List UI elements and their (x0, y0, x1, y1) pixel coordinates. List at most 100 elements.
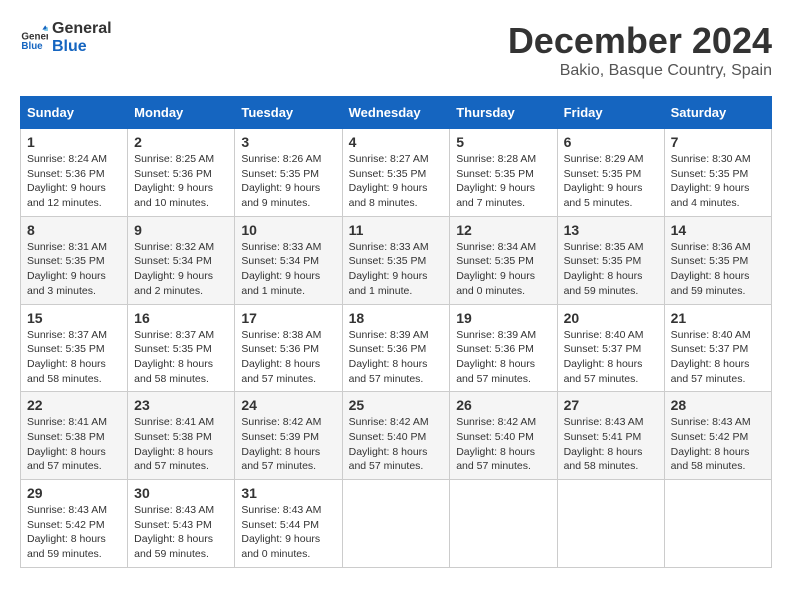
day-number: 24 (241, 397, 335, 413)
month-title: December 2024 (508, 20, 772, 62)
column-header-wednesday: Wednesday (342, 97, 450, 129)
day-number: 25 (349, 397, 444, 413)
column-header-saturday: Saturday (664, 97, 771, 129)
calendar-cell: 7 Sunrise: 8:30 AM Sunset: 5:35 PM Dayli… (664, 129, 771, 217)
calendar-cell (450, 480, 557, 568)
day-info: Sunrise: 8:40 AM Sunset: 5:37 PM Dayligh… (671, 329, 751, 385)
calendar-cell: 5 Sunrise: 8:28 AM Sunset: 5:35 PM Dayli… (450, 129, 557, 217)
day-info: Sunrise: 8:27 AM Sunset: 5:35 PM Dayligh… (349, 153, 429, 209)
day-info: Sunrise: 8:39 AM Sunset: 5:36 PM Dayligh… (349, 329, 429, 385)
day-info: Sunrise: 8:40 AM Sunset: 5:37 PM Dayligh… (564, 329, 644, 385)
calendar-body: 1 Sunrise: 8:24 AM Sunset: 5:36 PM Dayli… (21, 129, 772, 568)
calendar-cell: 12 Sunrise: 8:34 AM Sunset: 5:35 PM Dayl… (450, 216, 557, 304)
svg-text:Blue: Blue (21, 41, 43, 52)
calendar-week-1: 1 Sunrise: 8:24 AM Sunset: 5:36 PM Dayli… (21, 129, 772, 217)
calendar-cell: 10 Sunrise: 8:33 AM Sunset: 5:34 PM Dayl… (235, 216, 342, 304)
day-info: Sunrise: 8:42 AM Sunset: 5:40 PM Dayligh… (456, 416, 536, 472)
day-info: Sunrise: 8:43 AM Sunset: 5:42 PM Dayligh… (671, 416, 751, 472)
day-number: 13 (564, 222, 658, 238)
calendar-cell (557, 480, 664, 568)
calendar-cell: 23 Sunrise: 8:41 AM Sunset: 5:38 PM Dayl… (128, 392, 235, 480)
day-info: Sunrise: 8:41 AM Sunset: 5:38 PM Dayligh… (27, 416, 107, 472)
day-info: Sunrise: 8:32 AM Sunset: 5:34 PM Dayligh… (134, 241, 214, 297)
column-header-monday: Monday (128, 97, 235, 129)
day-info: Sunrise: 8:34 AM Sunset: 5:35 PM Dayligh… (456, 241, 536, 297)
title-section: December 2024 Bakio, Basque Country, Spa… (508, 20, 772, 80)
calendar-cell: 27 Sunrise: 8:43 AM Sunset: 5:41 PM Dayl… (557, 392, 664, 480)
calendar-table: SundayMondayTuesdayWednesdayThursdayFrid… (20, 96, 772, 568)
day-info: Sunrise: 8:33 AM Sunset: 5:35 PM Dayligh… (349, 241, 429, 297)
day-number: 5 (456, 134, 550, 150)
day-number: 7 (671, 134, 765, 150)
logo-icon: General Blue (20, 24, 48, 52)
calendar-cell: 30 Sunrise: 8:43 AM Sunset: 5:43 PM Dayl… (128, 480, 235, 568)
day-info: Sunrise: 8:39 AM Sunset: 5:36 PM Dayligh… (456, 329, 536, 385)
day-number: 18 (349, 310, 444, 326)
day-number: 27 (564, 397, 658, 413)
day-info: Sunrise: 8:25 AM Sunset: 5:36 PM Dayligh… (134, 153, 214, 209)
day-info: Sunrise: 8:41 AM Sunset: 5:38 PM Dayligh… (134, 416, 214, 472)
day-info: Sunrise: 8:43 AM Sunset: 5:43 PM Dayligh… (134, 504, 214, 560)
day-info: Sunrise: 8:36 AM Sunset: 5:35 PM Dayligh… (671, 241, 751, 297)
day-number: 16 (134, 310, 228, 326)
calendar-cell: 3 Sunrise: 8:26 AM Sunset: 5:35 PM Dayli… (235, 129, 342, 217)
day-number: 21 (671, 310, 765, 326)
day-number: 9 (134, 222, 228, 238)
day-number: 14 (671, 222, 765, 238)
calendar-cell: 9 Sunrise: 8:32 AM Sunset: 5:34 PM Dayli… (128, 216, 235, 304)
day-info: Sunrise: 8:43 AM Sunset: 5:42 PM Dayligh… (27, 504, 107, 560)
calendar-cell: 8 Sunrise: 8:31 AM Sunset: 5:35 PM Dayli… (21, 216, 128, 304)
calendar-cell: 21 Sunrise: 8:40 AM Sunset: 5:37 PM Dayl… (664, 304, 771, 392)
day-info: Sunrise: 8:26 AM Sunset: 5:35 PM Dayligh… (241, 153, 321, 209)
calendar-cell (664, 480, 771, 568)
day-number: 30 (134, 485, 228, 501)
day-info: Sunrise: 8:35 AM Sunset: 5:35 PM Dayligh… (564, 241, 644, 297)
calendar-cell: 24 Sunrise: 8:42 AM Sunset: 5:39 PM Dayl… (235, 392, 342, 480)
day-info: Sunrise: 8:38 AM Sunset: 5:36 PM Dayligh… (241, 329, 321, 385)
logo-blue-text: Blue (52, 38, 112, 56)
column-header-friday: Friday (557, 97, 664, 129)
calendar-cell: 28 Sunrise: 8:43 AM Sunset: 5:42 PM Dayl… (664, 392, 771, 480)
day-number: 4 (349, 134, 444, 150)
day-number: 8 (27, 222, 121, 238)
calendar-cell: 20 Sunrise: 8:40 AM Sunset: 5:37 PM Dayl… (557, 304, 664, 392)
column-header-thursday: Thursday (450, 97, 557, 129)
day-number: 17 (241, 310, 335, 326)
day-number: 29 (27, 485, 121, 501)
logo-general-text: General (52, 20, 112, 38)
day-info: Sunrise: 8:37 AM Sunset: 5:35 PM Dayligh… (134, 329, 214, 385)
location-title: Bakio, Basque Country, Spain (508, 62, 772, 80)
calendar-cell (342, 480, 450, 568)
calendar-week-4: 22 Sunrise: 8:41 AM Sunset: 5:38 PM Dayl… (21, 392, 772, 480)
day-number: 22 (27, 397, 121, 413)
calendar-week-3: 15 Sunrise: 8:37 AM Sunset: 5:35 PM Dayl… (21, 304, 772, 392)
calendar-cell: 2 Sunrise: 8:25 AM Sunset: 5:36 PM Dayli… (128, 129, 235, 217)
column-header-sunday: Sunday (21, 97, 128, 129)
calendar-cell: 16 Sunrise: 8:37 AM Sunset: 5:35 PM Dayl… (128, 304, 235, 392)
day-number: 10 (241, 222, 335, 238)
calendar-cell: 17 Sunrise: 8:38 AM Sunset: 5:36 PM Dayl… (235, 304, 342, 392)
day-info: Sunrise: 8:42 AM Sunset: 5:40 PM Dayligh… (349, 416, 429, 472)
day-number: 15 (27, 310, 121, 326)
day-info: Sunrise: 8:43 AM Sunset: 5:41 PM Dayligh… (564, 416, 644, 472)
calendar-cell: 6 Sunrise: 8:29 AM Sunset: 5:35 PM Dayli… (557, 129, 664, 217)
calendar-cell: 22 Sunrise: 8:41 AM Sunset: 5:38 PM Dayl… (21, 392, 128, 480)
calendar-cell: 11 Sunrise: 8:33 AM Sunset: 5:35 PM Dayl… (342, 216, 450, 304)
calendar-cell: 26 Sunrise: 8:42 AM Sunset: 5:40 PM Dayl… (450, 392, 557, 480)
day-number: 26 (456, 397, 550, 413)
day-number: 23 (134, 397, 228, 413)
calendar-week-2: 8 Sunrise: 8:31 AM Sunset: 5:35 PM Dayli… (21, 216, 772, 304)
calendar-cell: 1 Sunrise: 8:24 AM Sunset: 5:36 PM Dayli… (21, 129, 128, 217)
day-number: 1 (27, 134, 121, 150)
day-number: 31 (241, 485, 335, 501)
calendar-cell: 25 Sunrise: 8:42 AM Sunset: 5:40 PM Dayl… (342, 392, 450, 480)
day-number: 28 (671, 397, 765, 413)
day-info: Sunrise: 8:31 AM Sunset: 5:35 PM Dayligh… (27, 241, 107, 297)
logo: General Blue General Blue (20, 20, 112, 55)
calendar-cell: 14 Sunrise: 8:36 AM Sunset: 5:35 PM Dayl… (664, 216, 771, 304)
calendar-cell: 29 Sunrise: 8:43 AM Sunset: 5:42 PM Dayl… (21, 480, 128, 568)
calendar-cell: 13 Sunrise: 8:35 AM Sunset: 5:35 PM Dayl… (557, 216, 664, 304)
day-number: 12 (456, 222, 550, 238)
day-number: 19 (456, 310, 550, 326)
day-info: Sunrise: 8:42 AM Sunset: 5:39 PM Dayligh… (241, 416, 321, 472)
